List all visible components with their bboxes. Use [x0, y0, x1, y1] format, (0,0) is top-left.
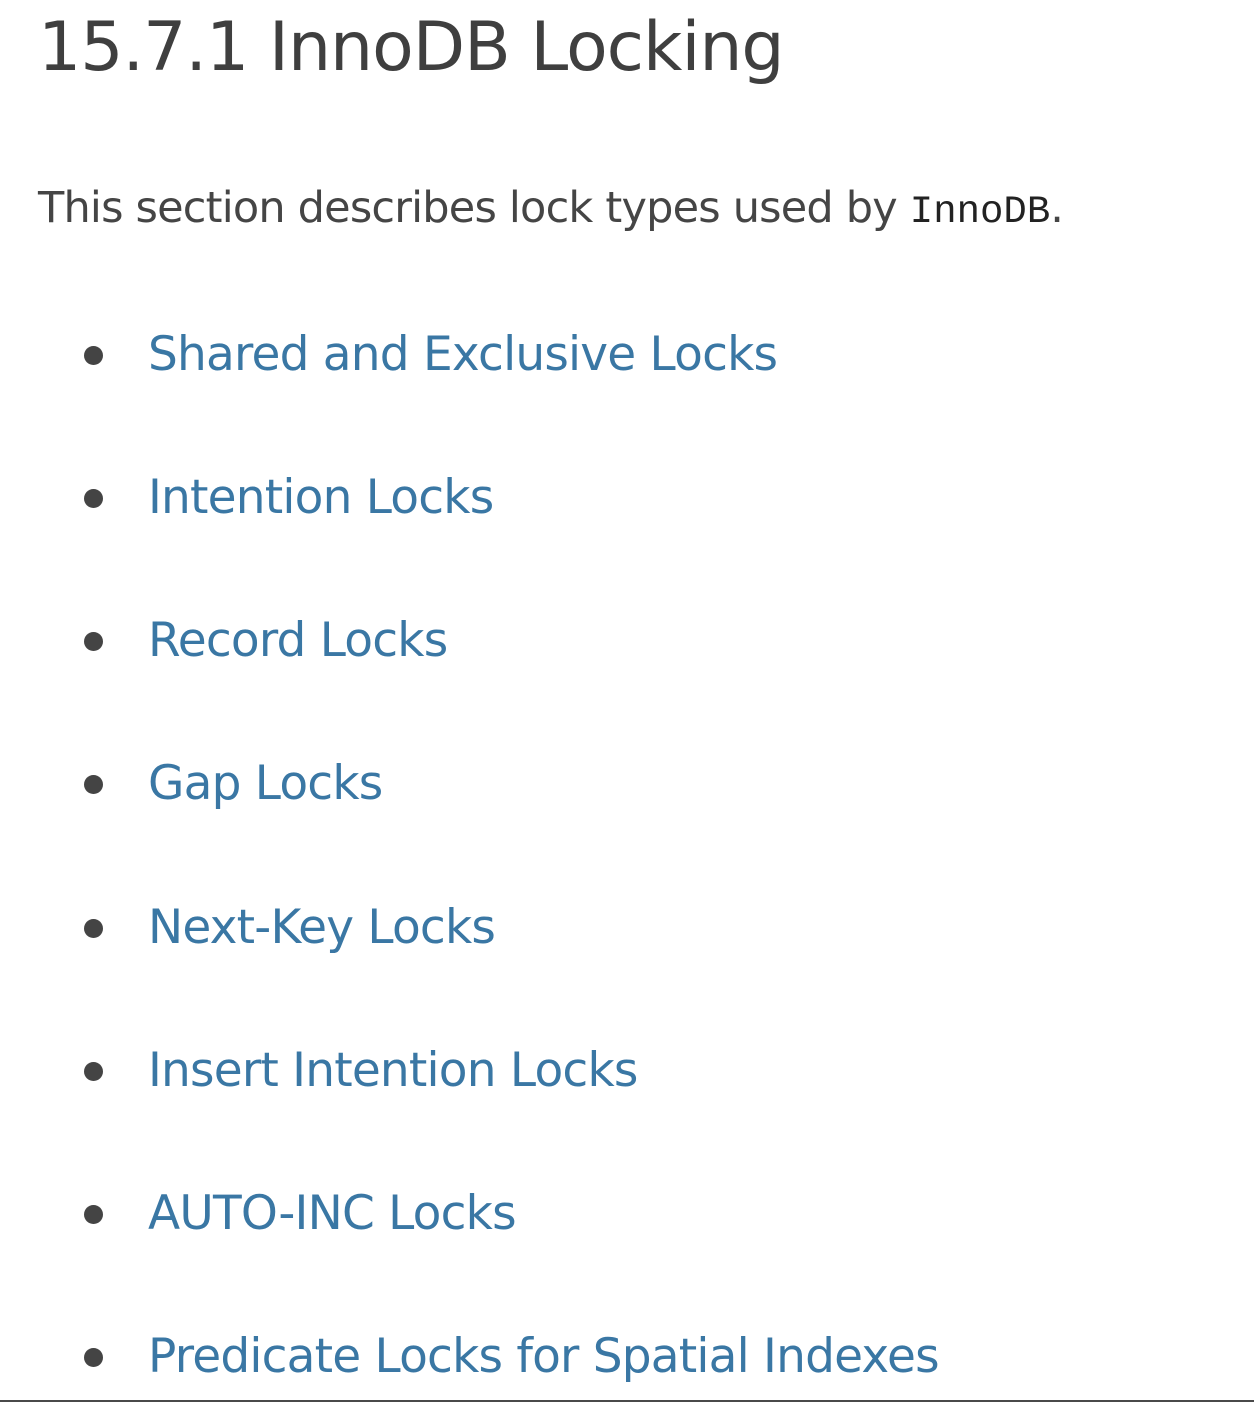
link-next-key-locks[interactable]: Next-Key Locks	[148, 896, 496, 960]
bullet-icon	[84, 488, 103, 508]
list-item: Predicate Locks for Spatial Indexes	[84, 1325, 940, 1389]
bullet-icon	[84, 345, 103, 365]
intro-text: This section describes lock types used b…	[38, 183, 910, 233]
list-item: Gap Locks	[84, 752, 383, 816]
intro-period: .	[1050, 183, 1064, 233]
link-shared-exclusive-locks[interactable]: Shared and Exclusive Locks	[148, 323, 778, 387]
bullet-icon	[84, 918, 103, 938]
link-predicate-locks-spatial[interactable]: Predicate Locks for Spatial Indexes	[148, 1325, 940, 1389]
link-auto-inc-locks[interactable]: AUTO-INC Locks	[148, 1182, 517, 1246]
list-item: Intention Locks	[84, 466, 494, 530]
list-item: Shared and Exclusive Locks	[84, 323, 778, 387]
inline-code-innodb: InnoDB	[909, 190, 1051, 234]
bullet-icon	[84, 1061, 103, 1081]
list-item: AUTO-INC Locks	[84, 1182, 517, 1246]
list-item: Next-Key Locks	[84, 896, 496, 960]
link-intention-locks[interactable]: Intention Locks	[148, 466, 494, 530]
page-title: 15.7.1 InnoDB Locking	[38, 8, 785, 87]
bullet-icon	[84, 1204, 103, 1224]
bullet-icon	[84, 631, 103, 651]
link-insert-intention-locks[interactable]: Insert Intention Locks	[148, 1039, 638, 1103]
list-item: Insert Intention Locks	[84, 1039, 638, 1103]
section-intro: This section describes lock types used b…	[38, 176, 1064, 244]
bullet-icon	[84, 1347, 103, 1367]
link-gap-locks[interactable]: Gap Locks	[148, 752, 383, 816]
link-record-locks[interactable]: Record Locks	[148, 609, 448, 673]
list-item: Record Locks	[84, 609, 448, 673]
bullet-icon	[84, 774, 103, 794]
